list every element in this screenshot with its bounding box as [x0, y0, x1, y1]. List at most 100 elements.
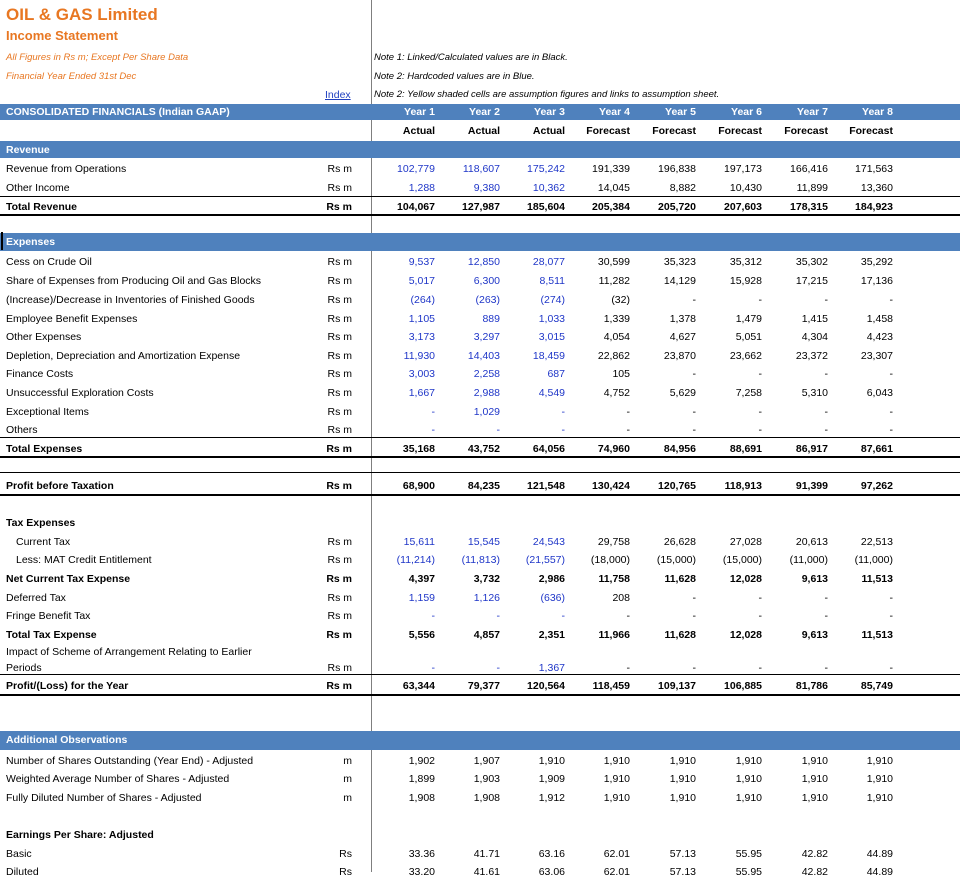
table-cell[interactable]: 178,315: [766, 201, 828, 213]
table-cell[interactable]: -: [831, 294, 894, 306]
table-cell[interactable]: 44.89: [831, 848, 893, 860]
table-cell[interactable]: 5,017: [373, 275, 435, 287]
table-cell[interactable]: 118,607: [438, 163, 500, 175]
table-cell[interactable]: 87,661: [831, 443, 893, 455]
table-cell[interactable]: (263): [438, 294, 500, 306]
table-cell[interactable]: 3,297: [438, 331, 500, 343]
table-cell[interactable]: -: [700, 662, 763, 674]
table-cell[interactable]: 86,917: [766, 443, 828, 455]
table-cell[interactable]: 1,909: [503, 773, 565, 785]
table-cell[interactable]: 12,028: [700, 573, 762, 585]
table-cell[interactable]: 1,033: [503, 313, 565, 325]
table-cell[interactable]: 1,126: [438, 592, 500, 604]
table-cell[interactable]: 35,323: [634, 256, 696, 268]
table-cell[interactable]: 6,043: [831, 387, 893, 399]
table-cell[interactable]: 28,077: [503, 256, 565, 268]
table-cell[interactable]: 85,749: [831, 680, 893, 692]
table-cell[interactable]: -: [766, 424, 829, 436]
table-cell[interactable]: 35,292: [831, 256, 893, 268]
table-cell[interactable]: 23,307: [831, 350, 893, 362]
table-cell[interactable]: 11,282: [568, 275, 630, 287]
table-cell[interactable]: 196,838: [634, 163, 696, 175]
table-cell[interactable]: 2,988: [438, 387, 500, 399]
table-cell[interactable]: -: [438, 424, 501, 436]
table-cell[interactable]: 9,613: [766, 573, 828, 585]
table-cell[interactable]: 1,105: [373, 313, 435, 325]
table-cell[interactable]: 29,758: [568, 536, 630, 548]
table-cell[interactable]: 1,667: [373, 387, 435, 399]
table-cell[interactable]: 185,604: [503, 201, 565, 213]
table-cell[interactable]: -: [568, 406, 631, 418]
table-cell[interactable]: 2,258: [438, 368, 500, 380]
table-cell[interactable]: 23,662: [700, 350, 762, 362]
table-cell[interactable]: 1,910: [634, 773, 696, 785]
table-cell[interactable]: 1,910: [503, 755, 565, 767]
table-cell[interactable]: 63,344: [373, 680, 435, 692]
table-cell[interactable]: 889: [438, 313, 500, 325]
table-cell[interactable]: 44.89: [831, 866, 893, 878]
table-cell[interactable]: -: [831, 592, 894, 604]
table-cell[interactable]: 1,902: [373, 755, 435, 767]
table-cell[interactable]: 63.16: [503, 848, 565, 860]
table-cell[interactable]: (11,214): [373, 554, 435, 566]
table-cell[interactable]: -: [766, 294, 829, 306]
table-cell[interactable]: 68,900: [373, 480, 435, 492]
table-cell[interactable]: -: [568, 662, 631, 674]
table-cell[interactable]: 120,564: [503, 680, 565, 692]
table-cell[interactable]: 1,910: [766, 755, 828, 767]
table-cell[interactable]: 3,173: [373, 331, 435, 343]
table-cell[interactable]: 1,339: [568, 313, 630, 325]
table-cell[interactable]: (15,000): [700, 554, 762, 566]
table-cell[interactable]: -: [568, 610, 631, 622]
table-cell[interactable]: 3,003: [373, 368, 435, 380]
table-cell[interactable]: 12,028: [700, 629, 762, 641]
table-cell[interactable]: 10,430: [700, 182, 762, 194]
table-cell[interactable]: 23,870: [634, 350, 696, 362]
table-cell[interactable]: 687: [503, 368, 565, 380]
table-cell[interactable]: (32): [568, 294, 630, 306]
table-cell[interactable]: 15,545: [438, 536, 500, 548]
table-cell[interactable]: 74,960: [568, 443, 630, 455]
table-cell[interactable]: 104,067: [373, 201, 435, 213]
table-cell[interactable]: 1,910: [831, 755, 893, 767]
table-cell[interactable]: 1,910: [634, 792, 696, 804]
table-cell[interactable]: (15,000): [634, 554, 696, 566]
table-cell[interactable]: 55.95: [700, 866, 762, 878]
table-cell[interactable]: -: [568, 424, 631, 436]
table-cell[interactable]: (11,813): [438, 554, 500, 566]
table-cell[interactable]: (11,000): [766, 554, 828, 566]
table-cell[interactable]: 12,850: [438, 256, 500, 268]
table-cell[interactable]: (274): [503, 294, 565, 306]
table-cell[interactable]: -: [700, 406, 763, 418]
table-cell[interactable]: -: [766, 610, 829, 622]
table-cell[interactable]: 4,549: [503, 387, 565, 399]
table-cell[interactable]: -: [634, 424, 697, 436]
table-cell[interactable]: -: [634, 592, 697, 604]
table-cell[interactable]: 35,302: [766, 256, 828, 268]
table-cell[interactable]: 41.71: [438, 848, 500, 860]
table-cell[interactable]: 23,372: [766, 350, 828, 362]
table-cell[interactable]: 4,627: [634, 331, 696, 343]
table-cell[interactable]: 1,903: [438, 773, 500, 785]
table-cell[interactable]: 5,310: [766, 387, 828, 399]
table-cell[interactable]: 35,312: [700, 256, 762, 268]
table-cell[interactable]: 97,262: [831, 480, 893, 492]
table-cell[interactable]: 1,029: [438, 406, 500, 418]
table-cell[interactable]: 43,752: [438, 443, 500, 455]
table-cell[interactable]: 1,910: [568, 773, 630, 785]
table-cell[interactable]: 18,459: [503, 350, 565, 362]
table-cell[interactable]: -: [503, 424, 566, 436]
table-cell[interactable]: 11,513: [831, 573, 893, 585]
table-cell[interactable]: 1,910: [831, 792, 893, 804]
table-cell[interactable]: 22,862: [568, 350, 630, 362]
table-cell[interactable]: 1,910: [700, 792, 762, 804]
table-cell[interactable]: 6,300: [438, 275, 500, 287]
table-cell[interactable]: -: [373, 424, 436, 436]
table-cell[interactable]: 1,910: [766, 792, 828, 804]
table-cell[interactable]: 1,910: [700, 773, 762, 785]
table-cell[interactable]: 11,930: [373, 350, 435, 362]
table-cell[interactable]: 20,613: [766, 536, 828, 548]
table-cell[interactable]: 8,882: [634, 182, 696, 194]
table-cell[interactable]: (21,557): [503, 554, 565, 566]
table-cell[interactable]: 1,907: [438, 755, 500, 767]
